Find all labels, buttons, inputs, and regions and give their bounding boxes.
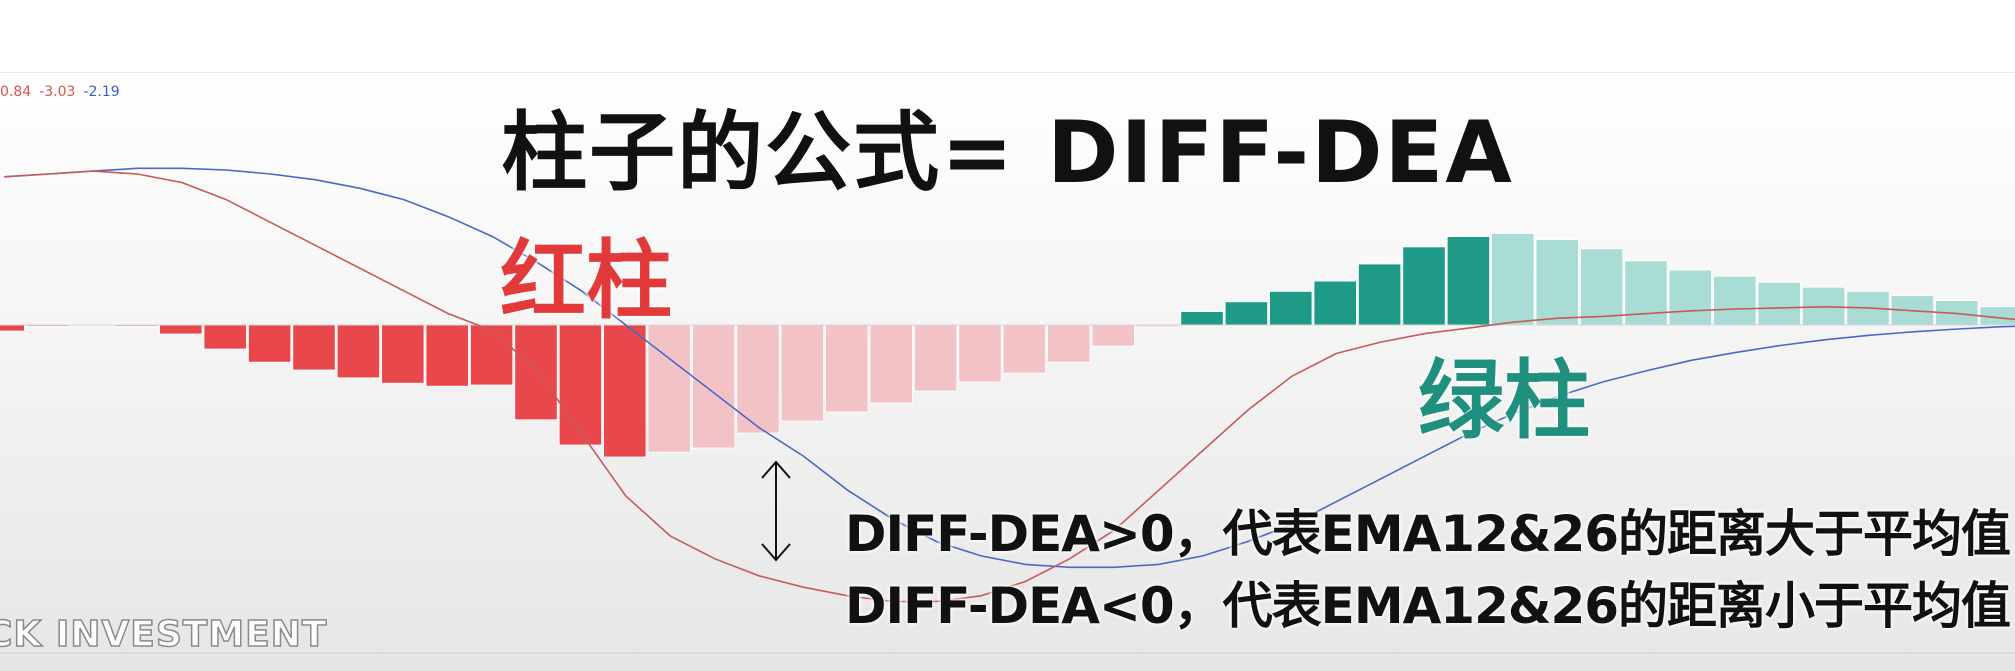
histogram-bar [558,324,603,446]
histogram-bar [1402,246,1446,326]
histogram-bar [1224,301,1268,326]
histogram-bar [381,324,425,384]
explanation-negative: DIFF-DEA<0，代表EMA12&26的距离小于平均值 [845,577,2011,635]
histogram-bar [425,324,469,387]
histogram-bar [1269,290,1313,326]
histogram-bar [292,324,336,371]
histogram-bar [692,324,736,449]
histogram-bar [958,324,1002,383]
histogram-bar [736,324,780,434]
green-bar-label: 绿柱 [1418,351,1590,451]
histogram-bar [1180,311,1224,326]
explanation-positive: DIFF-DEA>0，代表EMA12&26的距离大于平均值 [845,505,2011,563]
chart-title: 柱子的公式= DIFF-DEA [501,103,1514,203]
histogram-bar [869,324,913,404]
histogram-bar [1580,248,1624,326]
histogram-bar [1358,263,1402,326]
histogram-bar [203,324,247,350]
histogram-bar [914,324,958,392]
histogram-bar [825,324,869,413]
histogram-bar [1313,280,1357,326]
watermark: CK INVESTMENT [0,613,328,656]
histogram-bar [1713,275,1757,326]
histogram-layer [0,233,2015,458]
histogram-bar [1002,324,1047,374]
red-bar-label: 红柱 [500,231,672,331]
histogram-bar [1491,233,1535,326]
double-arrow-icon [761,460,791,562]
histogram-bar [247,324,292,363]
histogram-bar [514,324,558,421]
histogram-bar [780,324,825,422]
histogram-bar [1757,281,1801,326]
histogram-bar [336,324,381,379]
histogram-bar [603,324,647,458]
histogram-bar [159,324,203,335]
histogram-bar [1091,324,1135,347]
histogram-bar [0,324,25,332]
histogram-bar [1535,239,1579,326]
histogram-bar [647,324,691,453]
histogram-bar [1446,236,1490,326]
histogram-bar [1047,324,1091,363]
histogram-bar [1668,269,1712,326]
